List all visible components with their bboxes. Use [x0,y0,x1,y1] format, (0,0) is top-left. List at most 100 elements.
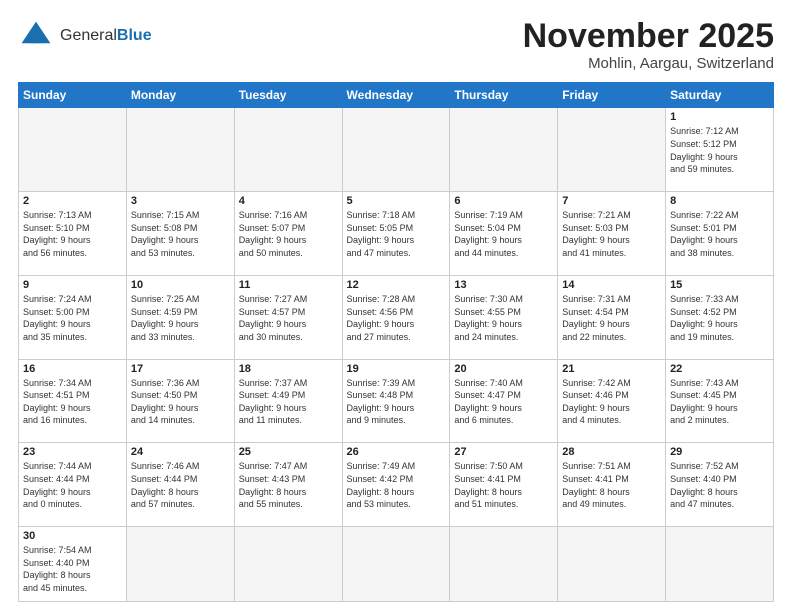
day-info: Sunrise: 7:39 AM Sunset: 4:48 PM Dayligh… [347,377,446,427]
day-info: Sunrise: 7:12 AM Sunset: 5:12 PM Dayligh… [670,125,769,175]
calendar-cell: 12 Sunrise: 7:28 AM Sunset: 4:56 PM Dayli… [342,275,450,359]
day-info: Sunrise: 7:34 AM Sunset: 4:51 PM Dayligh… [23,377,122,427]
day-number: 14 [562,279,661,291]
calendar-cell [234,527,342,602]
calendar-cell [19,108,127,192]
day-info: Sunrise: 7:37 AM Sunset: 4:49 PM Dayligh… [239,377,338,427]
calendar-cell: 16Sunrise: 7:34 AM Sunset: 4:51 PM Dayli… [19,359,127,443]
day-info: Sunrise: 7:46 AM Sunset: 4:44 PM Dayligh… [131,460,230,510]
day-info: Sunrise: 7:40 AM Sunset: 4:47 PM Dayligh… [454,377,553,427]
day-info: Sunrise: 7:18 AM Sunset: 5:05 PM Dayligh… [347,209,446,259]
day-info: Sunrise: 7:28 AM Sunset: 4:56 PM Dayligh… [347,293,446,343]
day-number: 5 [347,195,446,207]
col-header-saturday: Saturday [666,83,774,108]
day-number: 26 [347,446,446,458]
day-info: Sunrise: 7:50 AM Sunset: 4:41 PM Dayligh… [454,460,553,510]
calendar: SundayMondayTuesdayWednesdayThursdayFrid… [18,82,774,602]
day-number: 7 [562,195,661,207]
logo-text: GeneralBlue [60,27,152,45]
col-header-tuesday: Tuesday [234,83,342,108]
calendar-cell: 24Sunrise: 7:46 AM Sunset: 4:44 PM Dayli… [126,443,234,527]
day-number: 3 [131,195,230,207]
day-info: Sunrise: 7:47 AM Sunset: 4:43 PM Dayligh… [239,460,338,510]
day-info: Sunrise: 7:16 AM Sunset: 5:07 PM Dayligh… [239,209,338,259]
calendar-cell: 4 Sunrise: 7:16 AM Sunset: 5:07 PM Daylig… [234,192,342,276]
day-number: 1 [670,111,769,123]
day-number: 15 [670,279,769,291]
calendar-cell [558,108,666,192]
day-number: 19 [347,363,446,375]
day-info: Sunrise: 7:42 AM Sunset: 4:46 PM Dayligh… [562,377,661,427]
page: GeneralBlue November 2025 Mohlin, Aargau… [0,0,792,612]
day-info: Sunrise: 7:22 AM Sunset: 5:01 PM Dayligh… [670,209,769,259]
calendar-cell: 28 Sunrise: 7:51 AM Sunset: 4:41 PM Dayli… [558,443,666,527]
calendar-cell: 14 Sunrise: 7:31 AM Sunset: 4:54 PM Dayli… [558,275,666,359]
day-number: 30 [23,530,122,542]
day-number: 20 [454,363,553,375]
calendar-cell: 23 Sunrise: 7:44 AM Sunset: 4:44 PM Dayli… [19,443,127,527]
calendar-week-4: 16Sunrise: 7:34 AM Sunset: 4:51 PM Dayli… [19,359,774,443]
calendar-cell: 21 Sunrise: 7:42 AM Sunset: 4:46 PM Dayli… [558,359,666,443]
day-info: Sunrise: 7:36 AM Sunset: 4:50 PM Dayligh… [131,377,230,427]
logo: GeneralBlue [18,18,152,54]
day-info: Sunrise: 7:44 AM Sunset: 4:44 PM Dayligh… [23,460,122,510]
calendar-cell [450,527,558,602]
day-info: Sunrise: 7:31 AM Sunset: 4:54 PM Dayligh… [562,293,661,343]
title-block: November 2025 Mohlin, Aargau, Switzerlan… [523,18,774,72]
col-header-wednesday: Wednesday [342,83,450,108]
day-number: 28 [562,446,661,458]
calendar-cell: 6 Sunrise: 7:19 AM Sunset: 5:04 PM Daylig… [450,192,558,276]
day-number: 21 [562,363,661,375]
day-number: 4 [239,195,338,207]
day-number: 27 [454,446,553,458]
calendar-cell [126,527,234,602]
calendar-cell: 26Sunrise: 7:49 AM Sunset: 4:42 PM Dayli… [342,443,450,527]
calendar-header-row: SundayMondayTuesdayWednesdayThursdayFrid… [19,83,774,108]
day-number: 29 [670,446,769,458]
calendar-week-5: 23 Sunrise: 7:44 AM Sunset: 4:44 PM Dayli… [19,443,774,527]
day-number: 10 [131,279,230,291]
calendar-cell [234,108,342,192]
day-number: 6 [454,195,553,207]
col-header-sunday: Sunday [19,83,127,108]
day-info: Sunrise: 7:19 AM Sunset: 5:04 PM Dayligh… [454,209,553,259]
calendar-week-1: 1 Sunrise: 7:12 AM Sunset: 5:12 PM Daylig… [19,108,774,192]
day-number: 2 [23,195,122,207]
header: GeneralBlue November 2025 Mohlin, Aargau… [18,18,774,72]
calendar-cell: 20 Sunrise: 7:40 AM Sunset: 4:47 PM Dayli… [450,359,558,443]
col-header-thursday: Thursday [450,83,558,108]
calendar-cell: 13Sunrise: 7:30 AM Sunset: 4:55 PM Dayli… [450,275,558,359]
calendar-cell: 10 Sunrise: 7:25 AM Sunset: 4:59 PM Dayli… [126,275,234,359]
calendar-cell [342,108,450,192]
day-info: Sunrise: 7:25 AM Sunset: 4:59 PM Dayligh… [131,293,230,343]
day-number: 12 [347,279,446,291]
calendar-cell: 22Sunrise: 7:43 AM Sunset: 4:45 PM Dayli… [666,359,774,443]
calendar-week-2: 2 Sunrise: 7:13 AM Sunset: 5:10 PM Daylig… [19,192,774,276]
calendar-week-3: 9Sunrise: 7:24 AM Sunset: 5:00 PM Daylig… [19,275,774,359]
day-info: Sunrise: 7:13 AM Sunset: 5:10 PM Dayligh… [23,209,122,259]
calendar-cell: 2 Sunrise: 7:13 AM Sunset: 5:10 PM Daylig… [19,192,127,276]
calendar-cell: 18 Sunrise: 7:37 AM Sunset: 4:49 PM Dayli… [234,359,342,443]
calendar-cell [666,527,774,602]
calendar-cell: 8Sunrise: 7:22 AM Sunset: 5:01 PM Daylig… [666,192,774,276]
col-header-friday: Friday [558,83,666,108]
day-info: Sunrise: 7:33 AM Sunset: 4:52 PM Dayligh… [670,293,769,343]
day-number: 13 [454,279,553,291]
day-info: Sunrise: 7:27 AM Sunset: 4:57 PM Dayligh… [239,293,338,343]
calendar-week-6: 30Sunrise: 7:54 AM Sunset: 4:40 PM Dayli… [19,527,774,602]
calendar-cell: 1 Sunrise: 7:12 AM Sunset: 5:12 PM Daylig… [666,108,774,192]
calendar-cell: 11 Sunrise: 7:27 AM Sunset: 4:57 PM Dayli… [234,275,342,359]
calendar-cell: 27 Sunrise: 7:50 AM Sunset: 4:41 PM Dayli… [450,443,558,527]
day-number: 23 [23,446,122,458]
logo-blue: Blue [117,27,152,44]
day-number: 9 [23,279,122,291]
calendar-cell: 5 Sunrise: 7:18 AM Sunset: 5:05 PM Daylig… [342,192,450,276]
calendar-cell: 7Sunrise: 7:21 AM Sunset: 5:03 PM Daylig… [558,192,666,276]
day-number: 11 [239,279,338,291]
calendar-cell: 17Sunrise: 7:36 AM Sunset: 4:50 PM Dayli… [126,359,234,443]
calendar-cell: 3 Sunrise: 7:15 AM Sunset: 5:08 PM Daylig… [126,192,234,276]
calendar-cell: 19 Sunrise: 7:39 AM Sunset: 4:48 PM Dayli… [342,359,450,443]
day-info: Sunrise: 7:51 AM Sunset: 4:41 PM Dayligh… [562,460,661,510]
day-number: 18 [239,363,338,375]
day-info: Sunrise: 7:15 AM Sunset: 5:08 PM Dayligh… [131,209,230,259]
